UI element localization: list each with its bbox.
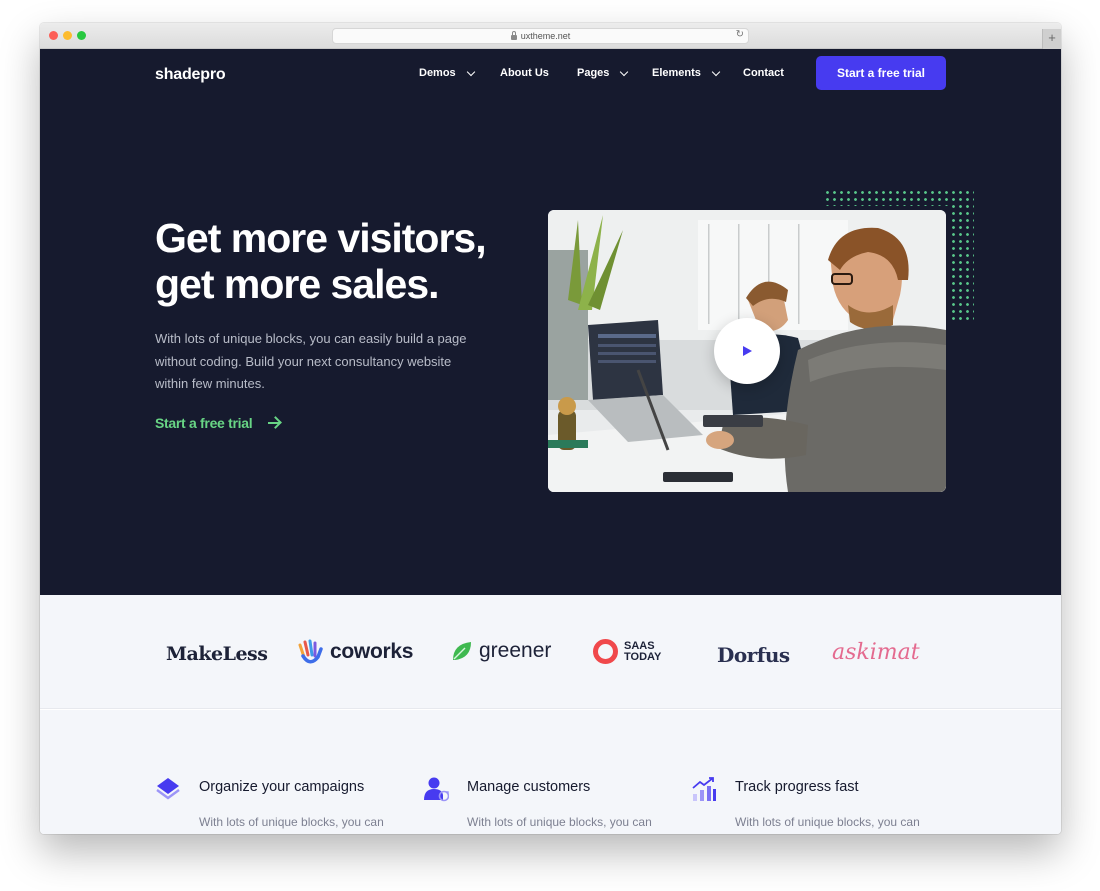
- main-navigation: shadepro Demos About Us Pages Elements C…: [40, 49, 1061, 99]
- nav-item-pages[interactable]: Pages: [577, 67, 629, 79]
- play-button[interactable]: [714, 318, 780, 384]
- nav-item-label: Elements: [652, 67, 701, 79]
- address-bar[interactable]: uxtheme.net ↻: [332, 28, 749, 44]
- nav-item-about-us[interactable]: About Us: [500, 67, 549, 79]
- hand-icon: [298, 639, 323, 664]
- new-tab-button[interactable]: +: [1042, 29, 1061, 49]
- feature-description: With lots of unique blocks, you can easi…: [467, 815, 652, 829]
- chevron-down-icon: [620, 67, 629, 76]
- brand-logo-askimat: askimat: [832, 640, 920, 665]
- hero-title-line-2: get more sales.: [155, 261, 440, 307]
- minimize-window-button[interactable]: [63, 31, 72, 40]
- feature-title: Organize your campaigns: [199, 779, 365, 795]
- feature-title: Manage customers: [467, 779, 591, 795]
- hero-video[interactable]: [548, 210, 946, 492]
- brand-logo-saas-line-2: TODAY: [624, 650, 662, 663]
- hero-description: With lots of unique blocks, you can easi…: [155, 331, 467, 391]
- hero-trial-link[interactable]: Start a free trial: [155, 415, 281, 431]
- brand-logo-coworks-text: coworks: [330, 640, 414, 663]
- hero-section: shadepro Demos About Us Pages Elements C…: [40, 49, 1061, 595]
- layers-icon: [156, 778, 180, 800]
- feature-title: Track progress fast: [735, 779, 859, 795]
- brand-logo-makeless: MakeLess: [166, 643, 268, 665]
- nav-item-demos[interactable]: Demos: [419, 67, 475, 79]
- brand-logo-saas-text: SAAS TODAY: [624, 640, 662, 663]
- nav-item-label: About Us: [500, 67, 549, 79]
- brand-logos-strip: MakeLess coworks greener SAAS TODAY Dorf…: [40, 595, 1061, 709]
- nav-item-label: Contact: [743, 67, 784, 79]
- lock-icon: [510, 30, 517, 40]
- reload-icon[interactable]: ↻: [736, 29, 744, 40]
- arrow-right-icon: [268, 417, 281, 429]
- ring-icon: [593, 639, 618, 664]
- nav-item-label: Pages: [577, 67, 610, 79]
- browser-toolbar: uxtheme.net ↻ +: [40, 23, 1061, 49]
- brand-logo-greener: greener: [451, 639, 551, 663]
- nav-item-contact[interactable]: Contact: [743, 67, 784, 79]
- site-logo[interactable]: shadepro: [155, 66, 226, 84]
- bar-chart-trend-icon: [692, 777, 716, 801]
- address-bar-url: uxtheme.net: [520, 31, 571, 41]
- maximize-window-button[interactable]: [77, 31, 86, 40]
- brand-logo-coworks: coworks: [296, 639, 413, 665]
- features-section: Organize your campaigns With lots of uni…: [40, 710, 1061, 834]
- close-window-button[interactable]: [49, 31, 58, 40]
- brand-logo-dorfus: Dorfus: [717, 643, 790, 667]
- leaf-icon: [453, 642, 471, 660]
- nav-item-label: Demos: [419, 67, 456, 79]
- hero-trial-link-label: Start a free trial: [155, 415, 253, 431]
- browser-window: uxtheme.net ↻ + shadepro Demos About Us …: [40, 23, 1061, 834]
- brand-logo-greener-text: greener: [479, 639, 552, 662]
- brand-logo-saas-today: SAAS TODAY: [593, 639, 661, 664]
- hero-title: Get more visitors, get more sales.: [155, 215, 535, 307]
- chevron-down-icon: [466, 67, 475, 76]
- feature-description: With lots of unique blocks, you can easi…: [735, 815, 920, 829]
- hero-title-line-1: Get more visitors,: [155, 215, 487, 261]
- feature-description: With lots of unique blocks, you can easi…: [199, 815, 384, 829]
- start-free-trial-button[interactable]: Start a free trial: [816, 56, 946, 90]
- nav-item-elements[interactable]: Elements: [652, 67, 721, 79]
- chevron-down-icon: [711, 67, 721, 76]
- user-sync-icon: [424, 777, 449, 802]
